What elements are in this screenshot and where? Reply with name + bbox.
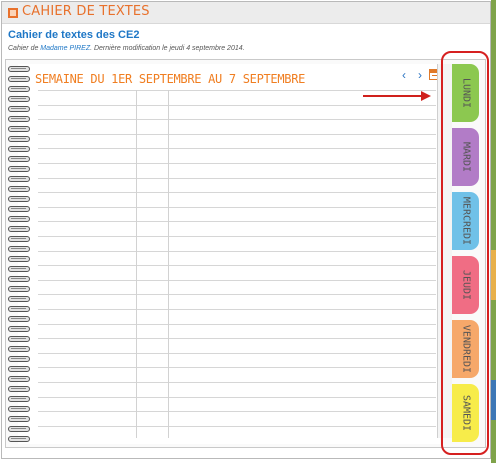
next-week-button[interactable]: ›: [418, 68, 422, 82]
spiral-ring: [8, 296, 30, 302]
spiral-ring: [8, 276, 30, 282]
spiral-binding: [8, 66, 30, 444]
week-title: SEMAINE DU 1ER SEPTEMBRE AU 7 SEPTEMBRE: [35, 72, 306, 86]
ruled-line: [38, 367, 436, 369]
app-header: CAHIER DE TEXTES: [2, 2, 490, 24]
panel-subtitle: Cahier de Madame PIREZ. Dernière modific…: [8, 45, 245, 52]
previous-week-button[interactable]: ‹: [402, 68, 406, 82]
spiral-ring: [8, 386, 30, 392]
spiral-ring: [8, 86, 30, 92]
ruled-line: [38, 221, 436, 223]
ruled-line: [38, 309, 436, 310]
ruled-line: [38, 177, 436, 179]
spiral-ring: [8, 156, 30, 162]
spiral-ring: [8, 126, 30, 132]
ruled-line: [38, 323, 436, 325]
spiral-ring: [8, 106, 30, 112]
spiral-ring: [8, 66, 30, 72]
ruled-line: [38, 396, 436, 398]
spiral-ring: [8, 76, 30, 82]
annotation-arrow-head: [421, 91, 431, 101]
ruled-line: [38, 163, 436, 164]
ruled-line: [38, 279, 436, 281]
spiral-ring: [8, 206, 30, 212]
ruled-line: [38, 206, 436, 208]
ruled-line: [38, 338, 436, 340]
spiral-ring: [8, 366, 30, 372]
ruled-line: [38, 119, 436, 121]
ruled-line: [38, 104, 436, 106]
spiral-ring: [8, 96, 30, 102]
spiral-ring: [8, 376, 30, 382]
ruled-line: [38, 236, 436, 237]
spiral-ring: [8, 246, 30, 252]
spiral-ring: [8, 186, 30, 192]
ruled-line: [38, 133, 436, 135]
annotation-highlight-box: [441, 51, 489, 455]
ruled-line: [38, 382, 436, 383]
annotation-arrow: [363, 95, 423, 97]
spiral-ring: [8, 226, 30, 232]
author-link[interactable]: Madame PIREZ: [40, 45, 90, 52]
spiral-ring: [8, 176, 30, 182]
ruled-line: [38, 265, 436, 267]
spiral-ring: [8, 216, 30, 222]
ruled-line: [38, 192, 436, 194]
spiral-ring: [8, 436, 30, 442]
ruled-line: [38, 250, 436, 252]
spiral-ring: [8, 336, 30, 342]
column-divider: [136, 90, 137, 438]
spiral-ring: [8, 346, 30, 352]
subtitle-suffix: . Dernière modification le jeudi 4 septe…: [90, 45, 245, 52]
spiral-ring: [8, 426, 30, 432]
ruled-line: [38, 411, 436, 413]
spiral-ring: [8, 236, 30, 242]
ruled-line: [38, 352, 436, 354]
background-strip: [491, 0, 496, 463]
subtitle-prefix: Cahier de: [8, 45, 41, 52]
spiral-ring: [8, 146, 30, 152]
spiral-ring: [8, 356, 30, 362]
spiral-ring: [8, 286, 30, 292]
spiral-ring: [8, 396, 30, 402]
ruled-lines: [38, 90, 436, 438]
app-title: CAHIER DE TEXTES: [22, 4, 150, 19]
spiral-ring: [8, 136, 30, 142]
spiral-ring: [8, 196, 30, 202]
spiral-ring: [8, 306, 30, 312]
ruled-line: [38, 90, 436, 91]
spiral-ring: [8, 416, 30, 422]
spiral-ring: [8, 266, 30, 272]
ruled-line: [38, 294, 436, 296]
ruled-line: [38, 425, 436, 427]
spiral-ring: [8, 316, 30, 322]
spiral-ring: [8, 116, 30, 122]
ruled-line: [38, 148, 436, 150]
spiral-ring: [8, 166, 30, 172]
notebook-icon: [8, 8, 18, 18]
spiral-ring: [8, 256, 30, 262]
spiral-ring: [8, 406, 30, 412]
column-divider: [168, 90, 169, 438]
spiral-ring: [8, 326, 30, 332]
panel-title: Cahier de textes des CE2: [8, 29, 140, 41]
